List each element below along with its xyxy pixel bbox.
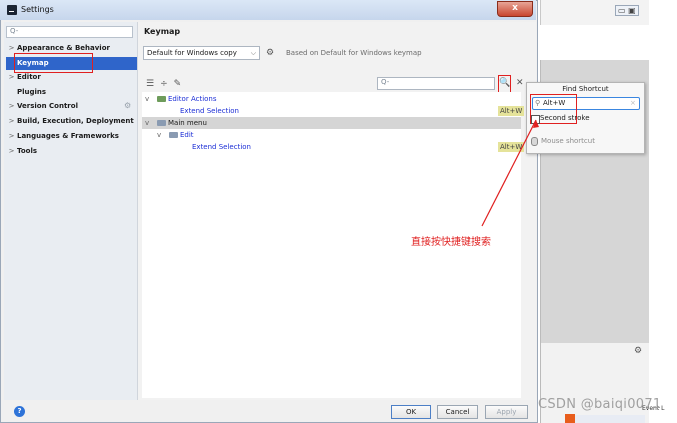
annotation-text: 直接按快捷键搜索 [411, 237, 491, 248]
annotation-arrow [481, 119, 539, 227]
